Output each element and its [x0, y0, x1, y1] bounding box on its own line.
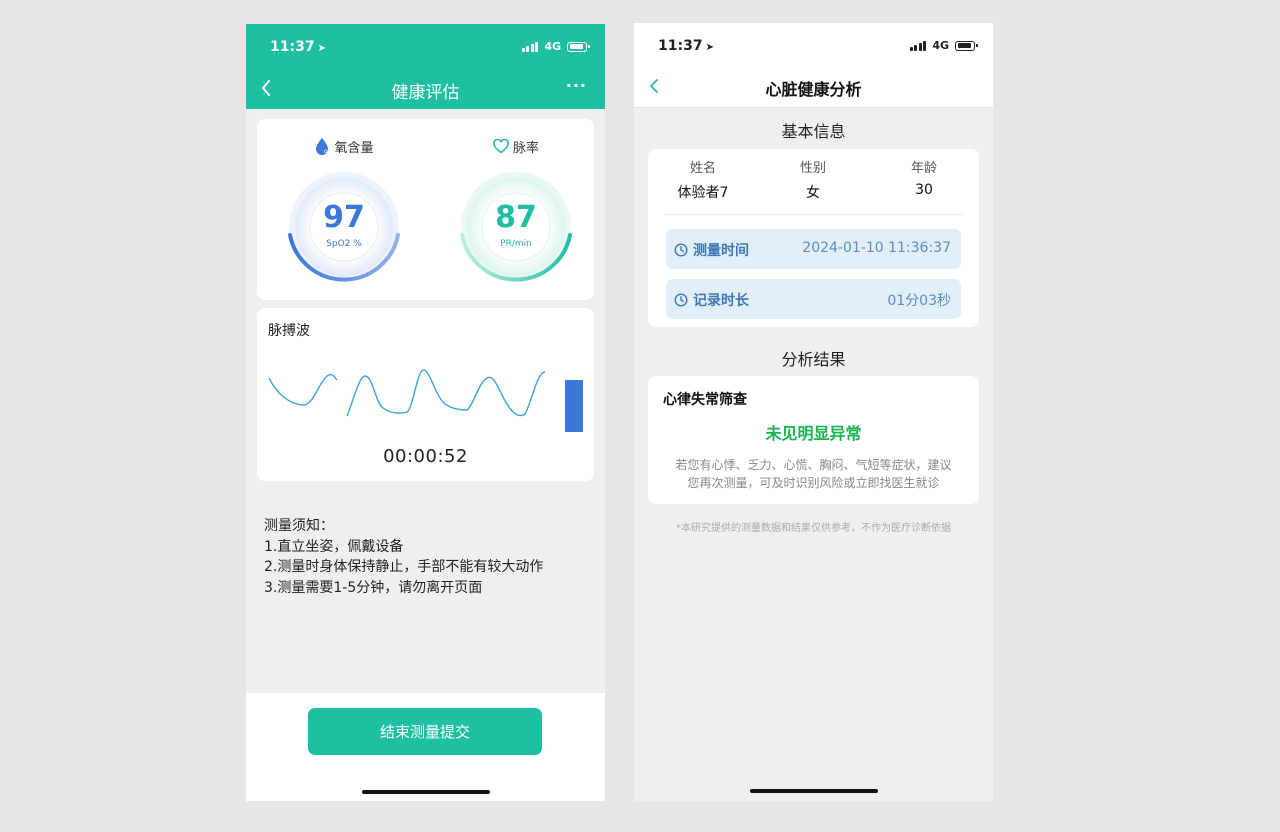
- pulse-label: 脉率: [512, 140, 539, 156]
- spo2-unit: SpO2 %: [326, 239, 362, 249]
- spo2-gauge: 97 SpO2 %: [284, 167, 404, 287]
- svg-text:o: o: [324, 148, 328, 155]
- page-title: 心脏健康分析: [765, 80, 862, 99]
- gender-field: 性别 女: [763, 157, 863, 202]
- spo2-block: o 氧含量 97 SpO2 %: [279, 137, 409, 282]
- oxygen-drop-icon: o: [316, 138, 329, 155]
- app-header: 11:37 ➤ 4G 健康评估 ···: [246, 24, 605, 109]
- battery-icon: [955, 40, 978, 51]
- wave-level-bar: [565, 380, 583, 432]
- spo2-value: 97: [323, 200, 365, 235]
- home-indicator[interactable]: [749, 789, 878, 793]
- spo2-label: 氧含量: [334, 140, 374, 156]
- measure-timer: 00:00:52: [383, 446, 468, 467]
- bottom-bar: 结束测量提交: [246, 693, 605, 801]
- duration-row: 记录时长 01分03秒: [666, 279, 961, 319]
- pulse-value: 87: [495, 200, 537, 235]
- vitals-card: o 氧含量 97 SpO2 % 脉率 87 PR/min: [257, 119, 594, 300]
- duration-value: 01分03秒: [887, 293, 951, 309]
- basic-info-title: 基本信息: [781, 122, 846, 141]
- clock-icon: [674, 293, 688, 307]
- result-status: 未见明显异常: [765, 424, 862, 443]
- heart-icon: [493, 138, 509, 154]
- heart-analysis-screen: 11:37 ➤ 4G 心脏健康分析 基本信息 姓名 体验者7 性别 女 年龄 30: [634, 23, 993, 801]
- pulse-wave-card: 脉搏波 00:00:52: [257, 308, 594, 481]
- network-type: 4G: [544, 40, 561, 53]
- pulse-block: 脉率 87 PR/min: [451, 137, 581, 282]
- signal-icon: [909, 40, 927, 51]
- health-assessment-screen: 11:37 ➤ 4G 健康评估 ··· o 氧含量 97 SpO2 % 脉率 8…: [246, 24, 605, 801]
- gender-value: 女: [806, 185, 820, 201]
- status-time: 11:37 ➤: [658, 38, 714, 54]
- status-bar: 11:37 ➤ 4G: [634, 23, 993, 69]
- more-options-button[interactable]: ···: [566, 76, 587, 95]
- pulse-wave-title: 脉搏波: [268, 323, 310, 339]
- end-and-submit-button[interactable]: 结束测量提交: [308, 708, 542, 755]
- result-advice: 若您有心悸、乏力、心慌、胸闷、气短等症状，建议 您再次测量，可及时识别风险或立即…: [675, 458, 952, 490]
- arrhythmia-result-card: 心律失常筛查 未见明显异常 若您有心悸、乏力、心慌、胸闷、气短等症状，建议 您再…: [648, 376, 979, 504]
- age-value: 30: [915, 182, 933, 198]
- battery-icon: [567, 41, 590, 52]
- name-value: 体验者7: [677, 185, 729, 201]
- note-item: 2.测量时身体保持静止，手部不能有较大动作: [264, 559, 544, 575]
- measure-time-row: 测量时间 2024-01-10 11:36:37: [666, 229, 961, 269]
- page-title: 健康评估: [391, 83, 460, 103]
- result-item-title: 心律失常筛查: [663, 392, 747, 408]
- location-arrow-icon: ➤: [705, 42, 714, 53]
- pulse-unit: PR/min: [500, 239, 532, 249]
- home-indicator[interactable]: [361, 790, 490, 794]
- clock-icon: [674, 243, 688, 257]
- pulse-waveform: [268, 369, 583, 432]
- note-item: 3.测量需要1-5分钟，请勿离开页面: [264, 579, 483, 596]
- measurement-notes: 测量须知： 1.直立坐姿，佩戴设备 2.测量时身体保持静止，手部不能有较大动作 …: [264, 516, 543, 598]
- app-header: 11:37 ➤ 4G 心脏健康分析: [634, 23, 993, 108]
- signal-icon: [521, 41, 539, 52]
- location-arrow-icon: ➤: [317, 43, 326, 54]
- network-type: 4G: [932, 39, 949, 52]
- age-field: 年龄 30: [874, 157, 974, 198]
- name-field: 姓名 体验者7: [653, 157, 753, 202]
- pulse-gauge: 87 PR/min: [456, 167, 576, 287]
- analysis-title: 分析结果: [781, 350, 846, 369]
- measure-time-value: 2024-01-10 11:36:37: [802, 240, 951, 256]
- status-time: 11:37 ➤: [270, 39, 326, 55]
- disclaimer: *本研究提供的测量数据和结果仅供参考，不作为医疗诊断依据: [676, 523, 951, 534]
- note-item: 1.直立坐姿，佩戴设备: [264, 538, 404, 555]
- basic-info-card: 姓名 体验者7 性别 女 年龄 30 测量时间 2024-01-10 11:36…: [648, 149, 979, 327]
- divider: [664, 214, 963, 215]
- notes-title: 测量须知：: [264, 518, 334, 534]
- status-bar: 11:37 ➤ 4G: [246, 24, 605, 70]
